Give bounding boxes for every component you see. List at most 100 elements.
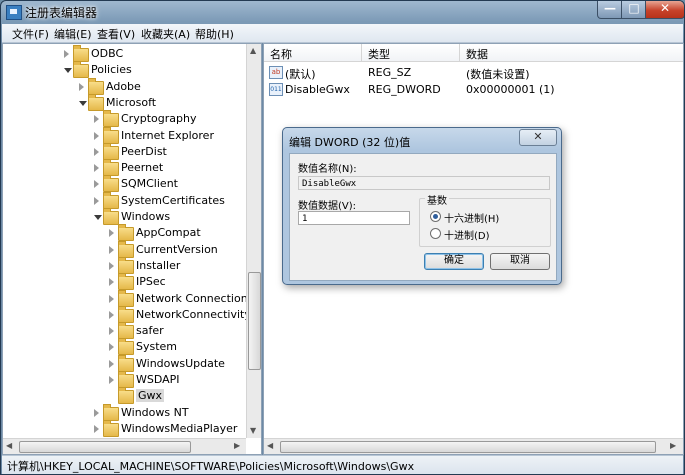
scroll-down-icon[interactable]: ▼ (250, 426, 256, 435)
expand-arrow-icon[interactable] (109, 376, 114, 384)
folder-icon (103, 126, 119, 144)
hex-radio[interactable] (430, 211, 441, 222)
menu-view[interactable]: 查看(V) (97, 26, 135, 42)
dword-value-icon: 011 (269, 83, 283, 96)
expand-arrow-icon[interactable] (94, 408, 99, 417)
folder-icon (103, 208, 119, 225)
folder-icon (88, 93, 104, 111)
registry-tree: WindowsMediaPlayer Windows NT Gwx WSDAPI Win… (2, 43, 262, 455)
column-divider[interactable] (459, 44, 460, 61)
value-name: DisableGwx (285, 83, 350, 96)
expand-arrow-icon[interactable] (109, 359, 114, 368)
expand-arrow-icon[interactable] (109, 294, 114, 303)
decimal-radio-label[interactable]: 十进制(D) (444, 227, 490, 242)
value-data-field[interactable]: 1 (298, 211, 410, 225)
tree-item-label: WindowsUpdate (136, 356, 225, 370)
tree-item-label: Windows (121, 210, 171, 223)
list-row[interactable]: 011 DisableGwx REG_DWORD 0x00000001 (1) (264, 81, 683, 97)
folder-icon (103, 159, 119, 177)
expand-arrow-icon[interactable] (94, 424, 99, 433)
value-data: (数值未设置) (466, 68, 530, 81)
folder-icon (73, 45, 89, 62)
value-name-field[interactable]: DisableGwx (298, 176, 550, 190)
expand-arrow-icon[interactable] (109, 278, 114, 287)
title-bar[interactable]: 注册表编辑器 — □ ✕ (1, 1, 684, 23)
menu-bar: 文件(F) 编辑(E) 查看(V) 收藏夹(A) 帮助(H) (2, 24, 683, 43)
expand-arrow-icon[interactable] (109, 310, 114, 319)
collapse-arrow-icon[interactable] (64, 68, 72, 74)
tree-horizontal-scroll-thumb[interactable] (19, 441, 191, 453)
scroll-right-icon[interactable]: ▶ (234, 441, 240, 450)
collapse-arrow-icon[interactable] (79, 100, 87, 106)
expand-arrow-icon[interactable] (94, 164, 99, 173)
base-group: 基数 十六进制(H) 十进制(D) (419, 192, 551, 247)
expand-arrow-icon[interactable] (109, 327, 114, 336)
tree-vertical-scrollbar[interactable]: ▲ ▼ (246, 44, 261, 438)
tree-item-label: WindowsMediaPlayer (121, 421, 238, 435)
column-header-name[interactable]: 名称 (270, 46, 292, 62)
expand-arrow-icon[interactable] (94, 131, 99, 140)
menu-help[interactable]: 帮助(H) (195, 26, 234, 42)
tree-item-label: Network Connections (136, 291, 254, 305)
expand-arrow-icon[interactable] (94, 180, 99, 189)
value-data-label: 数值数据(V): (298, 201, 357, 212)
column-header-data[interactable]: 数据 (466, 46, 488, 62)
tree-item-label: Windows NT (121, 405, 189, 419)
tree-item-label: Policies (91, 63, 132, 77)
tree-item-label: System (136, 340, 178, 354)
menu-file[interactable]: 文件(F) (12, 26, 49, 42)
folder-icon (103, 175, 119, 193)
menu-edit[interactable]: 编辑(E) (54, 26, 92, 42)
tree-item-label: ODBC (91, 47, 124, 60)
tree-horizontal-scrollbar[interactable]: ◀ ▶ (3, 438, 246, 454)
string-value-icon: ab (269, 66, 283, 79)
expand-arrow-icon[interactable] (64, 50, 69, 58)
expand-arrow-icon[interactable] (94, 196, 99, 205)
minimize-button[interactable]: — (597, 1, 623, 19)
value-type: REG_DWORD (368, 83, 441, 96)
expand-arrow-icon[interactable] (94, 147, 99, 156)
ok-button[interactable]: 确定 (424, 253, 484, 270)
scroll-left-icon[interactable]: ◀ (6, 441, 12, 450)
folder-icon (88, 77, 104, 95)
maximize-button[interactable]: □ (621, 1, 647, 19)
expand-arrow-icon[interactable] (109, 229, 114, 238)
expand-arrow-icon[interactable] (109, 343, 114, 352)
tree-item-label: Peernet (121, 161, 164, 175)
folder-icon (118, 371, 134, 388)
expand-arrow-icon[interactable] (109, 261, 114, 270)
collapse-arrow-icon[interactable] (94, 215, 102, 220)
tree-item-label: CurrentVersion (136, 242, 218, 256)
list-horizontal-scroll-thumb[interactable] (280, 441, 656, 453)
tree-item-label: SQMClient (121, 177, 178, 191)
hex-radio-label[interactable]: 十六进制(H) (444, 210, 499, 225)
folder-icon (103, 403, 119, 421)
tree-item-label: PeerDist (121, 144, 167, 158)
list-horizontal-scrollbar[interactable]: ◀ ▶ (264, 438, 683, 454)
scroll-right-icon[interactable]: ▶ (670, 441, 676, 450)
tree-item-label: AppCompat (136, 226, 201, 240)
expand-arrow-icon[interactable] (109, 245, 114, 254)
tree-item-label: Cryptography (121, 112, 197, 126)
menu-favorites[interactable]: 收藏夹(A) (141, 26, 190, 42)
cancel-button[interactable]: 取消 (490, 253, 550, 270)
regedit-icon (6, 5, 22, 20)
tree-vertical-scroll-thumb[interactable] (248, 272, 261, 370)
folder-icon (103, 419, 119, 437)
tree-item-label: WSDAPI (136, 373, 180, 386)
expand-arrow-icon[interactable] (79, 82, 84, 91)
list-row[interactable]: ab (默认) REG_SZ (数值未设置) (264, 64, 683, 81)
scroll-up-icon[interactable]: ▲ (250, 46, 256, 55)
decimal-radio[interactable] (430, 228, 441, 239)
expand-arrow-icon[interactable] (94, 115, 99, 124)
column-header-type[interactable]: 类型 (368, 46, 390, 62)
folder-icon (118, 305, 134, 323)
dialog-close-button[interactable]: ✕ (519, 129, 557, 146)
folder-icon (118, 387, 134, 405)
close-button[interactable]: ✕ (645, 1, 684, 19)
folder-icon (73, 61, 89, 79)
scroll-left-icon[interactable]: ◀ (267, 441, 273, 450)
folder-icon (118, 240, 134, 258)
column-divider[interactable] (361, 44, 362, 61)
value-type: REG_SZ (368, 66, 412, 79)
